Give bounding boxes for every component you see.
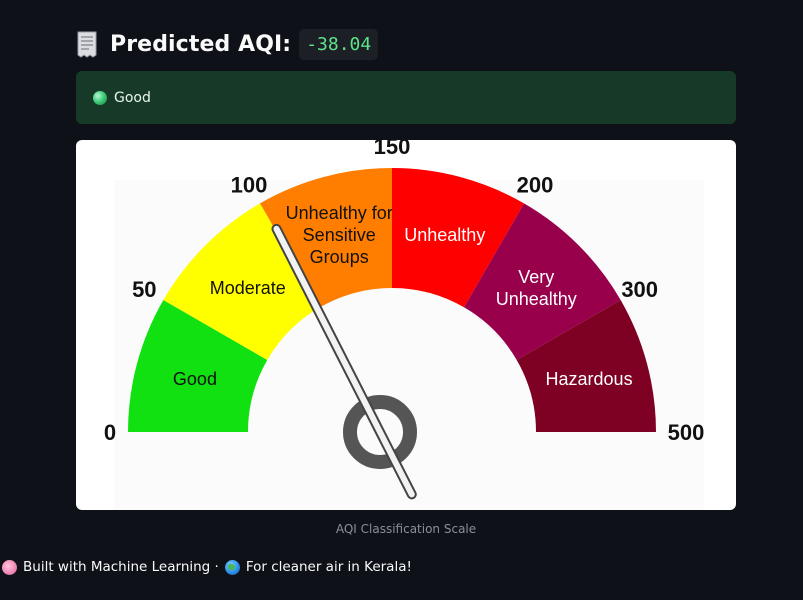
gauge-scale-label: 50	[132, 277, 156, 302]
brain-icon	[2, 559, 17, 575]
gauge-segment-label: Hazardous	[546, 369, 633, 389]
gauge-segment-label: Unhealthy for	[286, 203, 393, 223]
gauge-scale-label: 150	[374, 140, 411, 159]
receipt-document-icon	[76, 31, 98, 58]
aqi-gauge: Good Moderate Unhealthy forSensitiveGroups…	[104, 140, 705, 510]
page-header: Predicted AQI: -38.04	[76, 24, 379, 64]
gauge-segment-label: Good	[173, 369, 217, 389]
gauge-segment-label: Sensitive	[303, 225, 376, 245]
gauge-scale-label: 100	[231, 172, 268, 197]
gauge-segment-label: Groups	[310, 247, 369, 267]
page-title: Predicted AQI:	[110, 31, 292, 57]
footer: Built with Machine Learning · For cleane…	[2, 559, 412, 575]
gauge-segment-label: Unhealthy	[404, 225, 485, 245]
green-circle-icon	[93, 90, 107, 105]
footer-text-ml: Built with Machine Learning ·	[23, 559, 219, 575]
globe-icon	[224, 559, 240, 575]
gauge-segment-label: Unhealthy	[496, 289, 577, 309]
image-caption: AQI Classification Scale	[335, 522, 477, 536]
gauge-scale-label: 300	[621, 277, 658, 302]
gauge-scale-label: 0	[104, 420, 116, 445]
predicted-aqi-value: -38.04	[299, 28, 379, 60]
status-alert-text: Good	[114, 89, 151, 106]
footer-text-kerala: For cleaner air in Kerala!	[245, 559, 412, 575]
gauge-scale-label: 500	[668, 420, 705, 445]
gauge-segment-label: Moderate	[210, 278, 286, 298]
aqi-gauge-image: Good Moderate Unhealthy for Sensitive Groups…	[76, 140, 736, 510]
gauge-scale-label: 200	[517, 172, 554, 197]
status-alert: Good	[76, 71, 736, 124]
gauge-segment-label: Very	[518, 267, 554, 287]
